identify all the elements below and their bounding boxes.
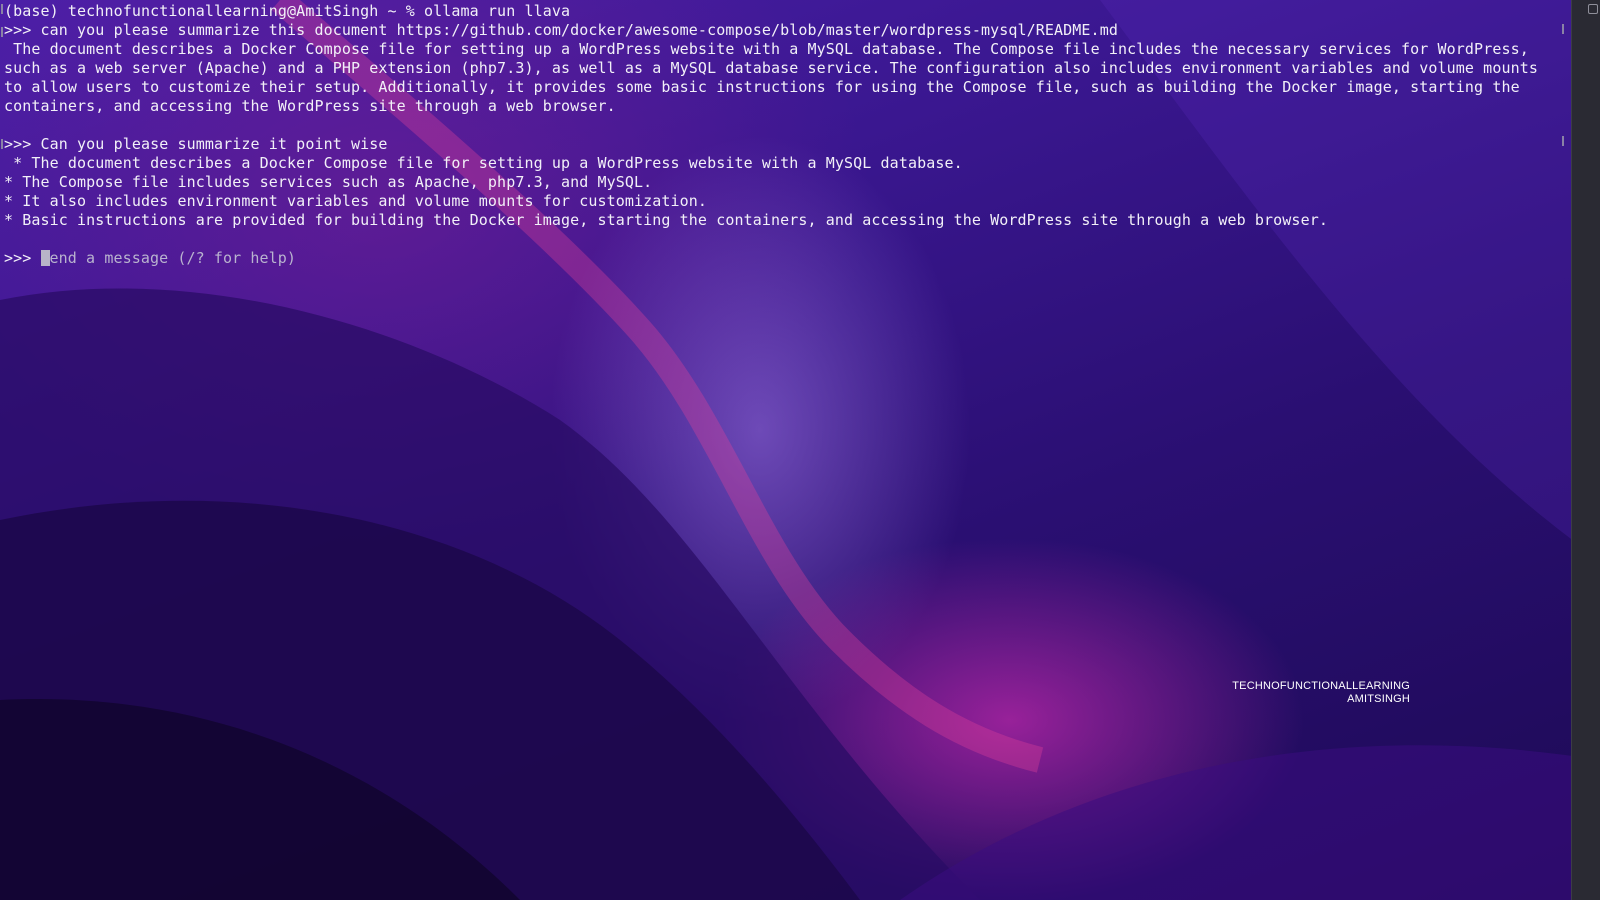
message-input-placeholder[interactable]: end a message (/? for help) <box>50 249 297 267</box>
watermark: TECHNOFUNCTIONALLEARNING AMITSINGH <box>1180 680 1410 706</box>
user-prompt-2: >>> Can you please summarize it point wi… <box>4 135 388 153</box>
scrollbar-thumb[interactable] <box>1588 4 1598 14</box>
input-line[interactable]: >>> end a message (/? for help) <box>4 249 1572 268</box>
watermark-line-2: AMITSINGH <box>1347 693 1410 705</box>
mark-indicator <box>1 27 3 37</box>
terminal-window[interactable]: (base) technofunctionallearning@AmitSing… <box>0 0 1572 900</box>
shell-command-line: (base) technofunctionallearning@AmitSing… <box>4 2 571 20</box>
input-prompt: >>> <box>4 249 41 267</box>
mark-indicator <box>1 139 3 149</box>
watermark-line-1: TECHNOFUNCTIONALLEARNING <box>1232 680 1410 692</box>
user-prompt-1: >>> can you please summarize this docume… <box>4 21 1118 39</box>
response-bullet-2: * The Compose file includes services suc… <box>4 173 653 191</box>
mark-indicator <box>1562 136 1564 146</box>
response-bullet-3: * It also includes environment variables… <box>4 192 708 210</box>
desktop-screen: (base) technofunctionallearning@AmitSing… <box>0 0 1600 900</box>
mark-indicator <box>1562 24 1564 34</box>
response-bullet-4: * Basic instructions are provided for bu… <box>4 211 1328 229</box>
mark-indicator <box>1 4 3 14</box>
scrollbar-track[interactable] <box>1571 0 1600 900</box>
text-cursor <box>40 250 50 266</box>
response-bullet-1: * The document describes a Docker Compos… <box>4 154 963 172</box>
model-response-1: The document describes a Docker Compose … <box>4 40 1548 115</box>
